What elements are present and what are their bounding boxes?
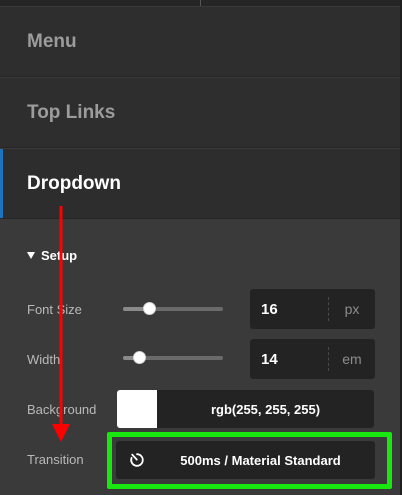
transition-picker[interactable]: 500ms / Material Standard — [116, 441, 375, 479]
timer-icon — [116, 441, 158, 479]
nav-item-label: Top Links — [27, 101, 116, 123]
nav-item-menu[interactable]: Menu — [0, 7, 400, 77]
color-swatch[interactable] — [117, 390, 157, 428]
font-size-label: Font Size — [27, 302, 82, 317]
transition-label: Transition — [27, 452, 84, 467]
nav-item-dropdown[interactable]: Dropdown — [0, 149, 400, 219]
nav-item-top-links[interactable]: Top Links — [0, 78, 400, 148]
top-bar-divider — [200, 0, 201, 6]
font-size-value[interactable]: 16 — [250, 301, 328, 318]
width-slider[interactable] — [123, 350, 223, 366]
width-value[interactable]: 14 — [250, 351, 328, 368]
font-size-input[interactable]: 16 px — [250, 289, 375, 329]
font-size-slider[interactable] — [123, 301, 223, 317]
width-unit[interactable]: em — [329, 351, 375, 367]
nav-item-label: Dropdown — [27, 172, 121, 194]
transition-value[interactable]: 500ms / Material Standard — [158, 453, 375, 468]
nav-item-label: Menu — [27, 30, 77, 52]
slider-thumb[interactable] — [133, 351, 146, 364]
caret-down-icon — [27, 251, 35, 259]
font-size-unit[interactable]: px — [329, 301, 375, 317]
background-color-picker[interactable]: rgb(255, 255, 255) — [117, 390, 374, 428]
background-color-value[interactable]: rgb(255, 255, 255) — [157, 402, 374, 417]
slider-thumb[interactable] — [143, 302, 156, 315]
width-input[interactable]: 14 em — [250, 339, 375, 379]
top-bar — [0, 0, 402, 6]
background-label: Background — [27, 402, 97, 417]
setup-section-title: Setup — [41, 247, 78, 263]
width-label: Width — [27, 352, 61, 367]
setup-section-toggle[interactable]: Setup — [27, 246, 77, 264]
